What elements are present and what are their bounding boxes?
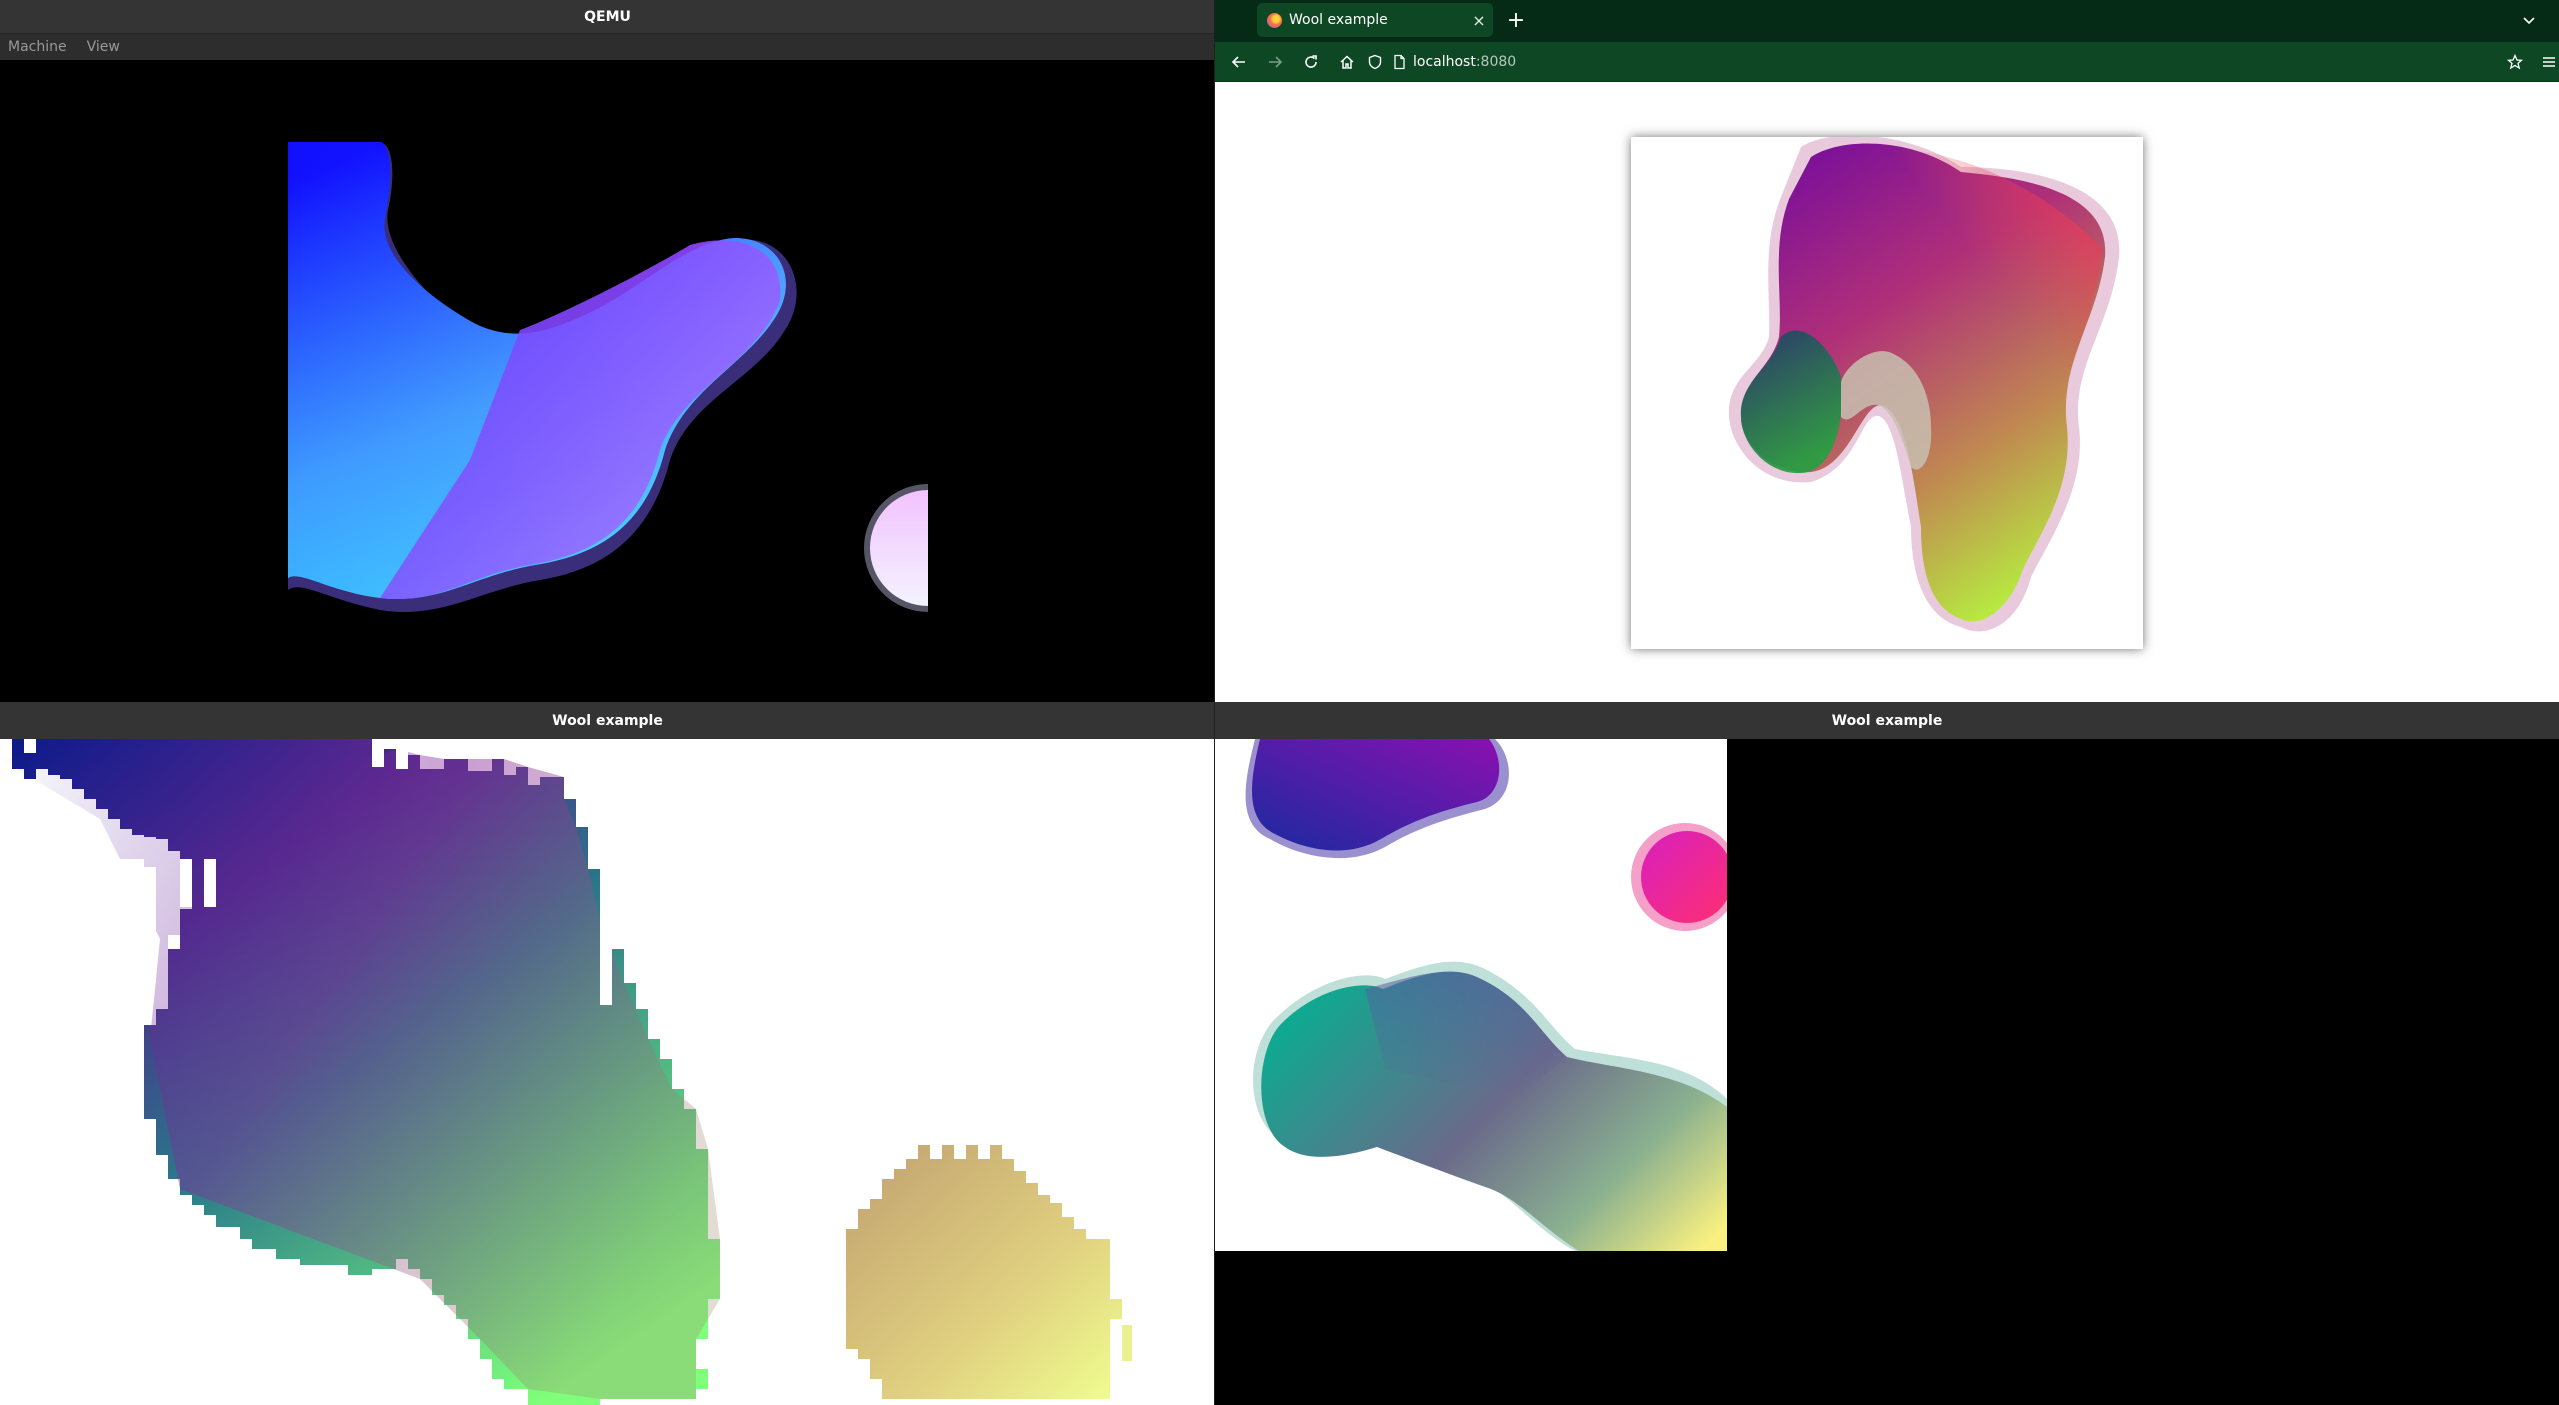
app-menu-button[interactable] <box>2533 46 2559 78</box>
shield-icon[interactable] <box>1367 54 1383 70</box>
home-icon <box>1340 55 1354 69</box>
blob-soft-overlay <box>288 142 786 600</box>
list-all-tabs-button[interactable] <box>2513 4 2545 36</box>
tab-close-button[interactable]: × <box>1465 11 1493 30</box>
url-host: localhost <box>1413 54 1476 70</box>
tab-bar: Wool example × + <box>1215 0 2559 42</box>
blob-green-lobe <box>1740 330 1842 474</box>
render-drawing <box>1245 739 1747 1251</box>
canvas-drawing <box>1728 135 2120 632</box>
window-title: QEMU <box>584 8 631 25</box>
window-title: Wool example <box>1831 712 1943 729</box>
bookmark-button[interactable] <box>2499 46 2531 78</box>
nav-toolbar: localhost:8080 <box>1215 42 2559 82</box>
qemu-window: QEMU Machine View <box>0 0 1215 702</box>
menu-bar: Machine View <box>0 33 1215 60</box>
tab-title: Wool example <box>1289 12 1388 28</box>
page-content <box>1215 83 2559 702</box>
vm-display[interactable] <box>0 60 1215 702</box>
window-divider <box>1214 0 1215 1405</box>
reload-button[interactable] <box>1295 46 1327 78</box>
url-bar[interactable]: localhost:8080 <box>1367 46 2499 78</box>
tab-wool-example[interactable]: Wool example × <box>1257 3 1493 37</box>
vm-canvas <box>288 142 928 613</box>
browser-window: Wool example × + localhost:8080 <box>1215 0 2559 702</box>
render-surface[interactable] <box>1215 739 2559 1405</box>
window-titlebar[interactable]: Wool example <box>1215 702 2559 739</box>
menu-item-machine[interactable]: Machine <box>8 39 67 55</box>
webgl-canvas[interactable] <box>1631 135 2143 649</box>
firefox-favicon-icon <box>1267 12 1282 28</box>
pixelated-render <box>0 739 1132 1405</box>
render-viewport <box>1215 739 1747 1251</box>
pixel-fragment <box>1122 1325 1132 1361</box>
reload-icon <box>1305 55 1317 68</box>
menu-item-view[interactable]: View <box>87 39 120 55</box>
wool-example-window-left: Wool example <box>0 702 1215 1405</box>
page-icon[interactable] <box>1391 54 1407 70</box>
star-icon <box>2507 54 2523 70</box>
back-arrow-icon <box>1231 56 1245 68</box>
home-button[interactable] <box>1331 46 1363 78</box>
forward-button[interactable] <box>1259 46 1291 78</box>
wool-example-window-right: Wool example <box>1215 702 2559 1405</box>
chevron-down-icon <box>2523 17 2535 25</box>
window-titlebar[interactable]: Wool example <box>0 702 1215 739</box>
url-port: :8080 <box>1475 54 1517 70</box>
back-button[interactable] <box>1223 46 1255 78</box>
pixel-small-blob-shape <box>846 1145 1122 1399</box>
window-titlebar[interactable]: QEMU <box>0 0 1215 33</box>
blob-top-left <box>1252 739 1500 851</box>
new-tab-button[interactable]: + <box>1500 4 1532 36</box>
forward-arrow-icon <box>1269 56 1283 68</box>
window-title: Wool example <box>552 712 663 729</box>
render-surface[interactable] <box>0 739 1215 1405</box>
hamburger-menu-icon <box>2543 57 2555 67</box>
